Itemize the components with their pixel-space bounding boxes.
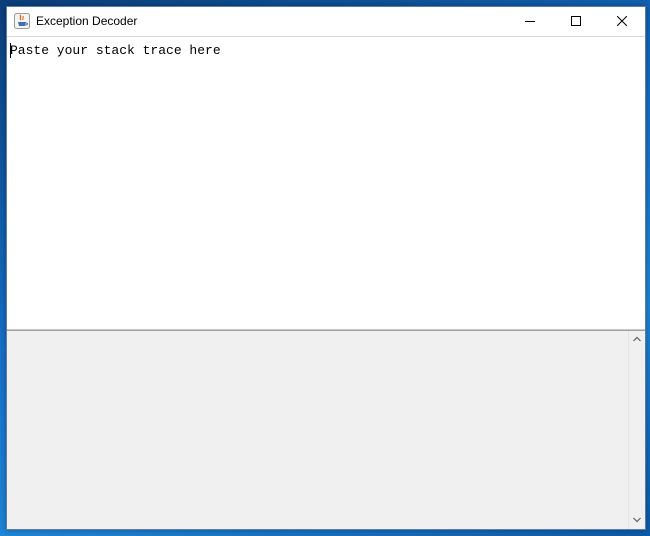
title-bar[interactable]: Exception Decoder: [7, 7, 645, 37]
minimize-button[interactable]: [507, 7, 553, 36]
scroll-down-button[interactable]: [629, 512, 645, 529]
window-title: Exception Decoder: [36, 14, 138, 28]
stack-trace-input[interactable]: Paste your stack trace here: [7, 37, 645, 329]
scroll-up-button[interactable]: [629, 331, 645, 348]
java-coffee-icon: [14, 13, 30, 29]
chevron-down-icon: [633, 517, 641, 523]
maximize-icon: [571, 16, 581, 26]
stack-trace-placeholder: Paste your stack trace here: [10, 43, 221, 58]
text-caret: [10, 43, 11, 58]
output-scrollbar[interactable]: [628, 331, 645, 529]
chevron-up-icon: [633, 336, 641, 342]
app-window: Exception Decoder Paste your stack trace…: [6, 6, 646, 530]
maximize-button[interactable]: [553, 7, 599, 36]
minimize-icon: [525, 21, 535, 22]
decoded-output-pane[interactable]: [7, 331, 645, 529]
close-button[interactable]: [599, 7, 645, 36]
close-icon: [617, 16, 627, 26]
decoded-output-text: [10, 335, 622, 525]
